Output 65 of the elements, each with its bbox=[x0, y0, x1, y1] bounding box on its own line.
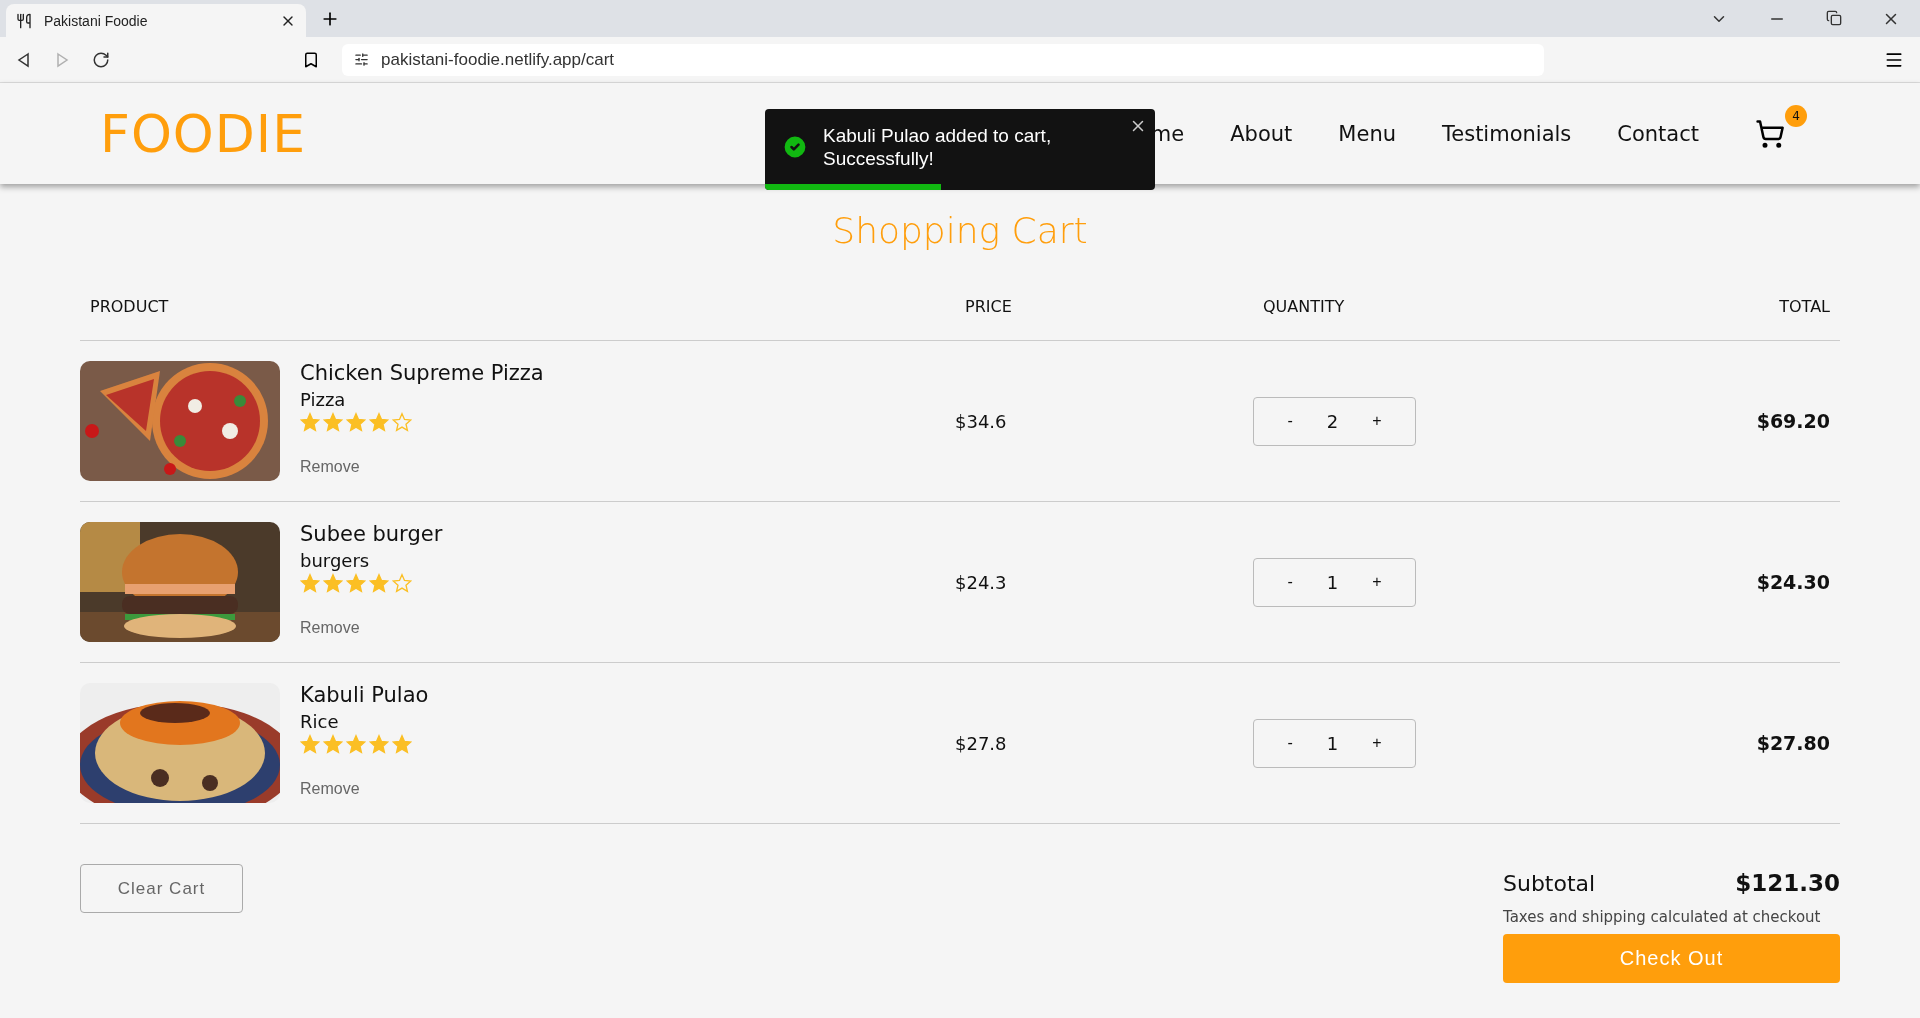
product-name: Kabuli Pulao bbox=[300, 683, 429, 707]
price-text: $34.6 bbox=[955, 410, 1008, 432]
increase-button[interactable]: + bbox=[1366, 734, 1388, 752]
product-name: Subee burger bbox=[300, 522, 443, 546]
row-total: $27.80 bbox=[1755, 732, 1831, 754]
product-category: Rice bbox=[300, 711, 340, 732]
bookmark-icon[interactable] bbox=[302, 50, 320, 69]
cart-icon[interactable] bbox=[1755, 118, 1785, 149]
back-button[interactable] bbox=[16, 51, 32, 68]
star-icon bbox=[300, 412, 320, 432]
nav-link[interactable]: Contact bbox=[1617, 121, 1699, 146]
increase-button[interactable]: + bbox=[1366, 412, 1388, 430]
remove-link[interactable]: Remove bbox=[300, 619, 443, 637]
star-icon bbox=[369, 734, 389, 754]
price-text: $24.3 bbox=[955, 571, 1008, 593]
browser-tab[interactable]: Pakistani Foodie bbox=[6, 4, 306, 37]
decrease-button[interactable]: - bbox=[1281, 412, 1299, 430]
subtotal-value: $121.30 bbox=[1735, 870, 1840, 896]
star-icon bbox=[300, 734, 320, 754]
star-icon bbox=[323, 412, 343, 432]
nav-link[interactable]: About bbox=[1230, 121, 1293, 146]
column-header: QUANTITY bbox=[1262, 297, 1346, 316]
price-text: $27.8 bbox=[955, 732, 1008, 754]
address-bar[interactable]: pakistani-foodie.netlify.app/cart bbox=[342, 43, 1544, 76]
product-category: Pizza bbox=[300, 389, 347, 410]
page-title: Shopping Cart bbox=[831, 210, 1089, 251]
utensils-icon bbox=[16, 12, 32, 29]
column-header: PRICE bbox=[964, 297, 1013, 316]
star-icon bbox=[300, 573, 320, 593]
subtotal-label: Subtotal bbox=[1503, 870, 1596, 896]
star-icon bbox=[369, 412, 389, 432]
checkout-note: Taxes and shipping calculated at checkout bbox=[1503, 908, 1822, 926]
reload-button[interactable] bbox=[92, 50, 110, 69]
increase-button[interactable]: + bbox=[1366, 573, 1388, 591]
row-total: $24.30 bbox=[1755, 571, 1831, 593]
star-icon bbox=[323, 734, 343, 754]
toast-message: Kabuli Pulao added to cart, Successfully! bbox=[823, 123, 1053, 170]
star-icon bbox=[346, 412, 366, 432]
quantity-value: 1 bbox=[1326, 732, 1339, 754]
star-icon bbox=[346, 734, 366, 754]
tab-title: Pakistani Foodie bbox=[44, 12, 149, 29]
star-icon bbox=[346, 573, 366, 593]
star-outline-icon bbox=[392, 412, 412, 432]
url-text: pakistani-foodie.netlify.app/cart bbox=[381, 49, 615, 70]
cart-count-badge: 4 bbox=[1785, 104, 1807, 127]
column-header: PRODUCT bbox=[89, 297, 170, 316]
star-icon bbox=[392, 734, 412, 754]
star-outline-icon bbox=[392, 573, 412, 593]
product-name: Chicken Supreme Pizza bbox=[300, 361, 544, 385]
star-icon bbox=[369, 573, 389, 593]
column-header: TOTAL bbox=[1778, 297, 1831, 316]
clear-cart-button[interactable]: Clear Cart bbox=[80, 864, 243, 913]
restore-icon[interactable] bbox=[1826, 9, 1842, 26]
product-category: burgers bbox=[300, 550, 371, 571]
quantity-value: 2 bbox=[1326, 410, 1339, 432]
site-settings-icon[interactable] bbox=[354, 52, 369, 67]
row-total: $69.20 bbox=[1755, 410, 1831, 432]
star-icon bbox=[323, 573, 343, 593]
nav-link[interactable]: Testimonials bbox=[1442, 121, 1572, 146]
remove-link[interactable]: Remove bbox=[300, 458, 544, 476]
remove-link[interactable]: Remove bbox=[300, 780, 429, 798]
decrease-button[interactable]: - bbox=[1281, 573, 1299, 591]
nav-link[interactable]: Menu bbox=[1338, 121, 1396, 146]
decrease-button[interactable]: - bbox=[1281, 734, 1299, 752]
quantity-value: 1 bbox=[1326, 571, 1339, 593]
